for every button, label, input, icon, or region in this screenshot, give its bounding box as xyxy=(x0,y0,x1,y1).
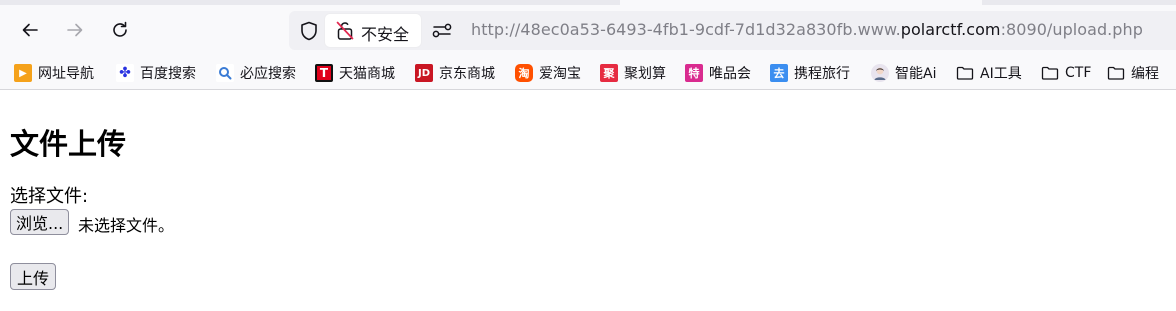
bookmark-label: 天猫商城 xyxy=(339,66,395,82)
insecure-lock-icon xyxy=(336,21,354,40)
browse-file-button[interactable]: 浏览... xyxy=(10,209,70,235)
juhuasuan-icon: 聚 xyxy=(600,64,618,82)
tracking-protection-shield-icon[interactable] xyxy=(298,20,320,42)
folder-icon xyxy=(956,64,974,82)
tmall-icon: T xyxy=(315,64,333,82)
bookmark-label: 聚划算 xyxy=(624,66,666,82)
bookmark-label: 网址导航 xyxy=(38,66,94,82)
vipshop-icon: 特 xyxy=(685,64,703,82)
bookmark-label: 唯品会 xyxy=(709,66,751,82)
baidu-paw-icon: ✤ xyxy=(116,64,134,82)
bookmark-folder-programming[interactable]: 编程 xyxy=(1107,62,1159,84)
reload-button[interactable] xyxy=(103,13,137,47)
page-title: 文件上传 xyxy=(10,127,127,161)
bookmark-label: 必应搜索 xyxy=(240,66,296,82)
bookmark-label: CTF xyxy=(1065,65,1092,81)
bookmark-label: 百度搜索 xyxy=(140,66,196,82)
bookmark-folder-ctf[interactable]: CTF xyxy=(1041,62,1091,84)
bookmark-ai[interactable]: 智能Ai xyxy=(871,62,936,84)
url-path: :8090/upload.php xyxy=(1000,20,1143,39)
bookmark-label: 京东商城 xyxy=(439,66,495,82)
url-scheme: http:// xyxy=(471,20,521,39)
address-bar[interactable]: 不安全 http://48ec0a53-6493-4fb1-9cdf-7d1d3… xyxy=(289,11,1176,50)
no-file-selected-text: 未选择文件。 xyxy=(78,216,175,235)
url-subdomain: 48ec0a53-6493-4fb1-9cdf-7d1d32a830fb.www… xyxy=(520,20,901,39)
not-secure-label: 不安全 xyxy=(361,25,410,44)
bookmark-label: 爱淘宝 xyxy=(539,66,581,82)
bookmark-label: 智能Ai xyxy=(895,66,937,82)
ctrip-icon: 去 xyxy=(770,64,788,82)
search-icon xyxy=(216,64,234,82)
folder-icon xyxy=(1041,64,1059,82)
taobao-icon: 淘 xyxy=(515,64,533,82)
forward-button[interactable] xyxy=(58,13,92,47)
bookmark-ctrip[interactable]: 去 携程旅行 xyxy=(770,62,850,84)
permissions-icon[interactable] xyxy=(431,21,453,41)
bookmark-label: AI工具 xyxy=(980,66,1022,82)
bookmark-label: 携程旅行 xyxy=(794,66,850,82)
upload-button[interactable]: 上传 xyxy=(10,263,57,290)
page-content: 文件上传 选择文件: 浏览... 未选择文件。 上传 xyxy=(0,91,1176,311)
arrow-right-icon xyxy=(67,23,83,37)
bookmark-juhuasuan[interactable]: 聚 聚划算 xyxy=(600,62,666,84)
bookmarks-toolbar: ▶ 网址导航 ✤ 百度搜索 必应搜索 T 天猫商城 JD 京东商城 淘 爱淘宝 … xyxy=(0,56,1176,90)
jd-icon: JD xyxy=(415,64,433,82)
arrow-left-icon xyxy=(22,23,38,37)
navigation-flag-icon: ▶ xyxy=(14,64,32,82)
bookmark-vipshop[interactable]: 特 唯品会 xyxy=(685,62,751,84)
bookmark-baidu[interactable]: ✤ 百度搜索 xyxy=(116,62,196,84)
bookmark-label: 编程 xyxy=(1131,66,1159,82)
bookmark-folder-ai-tools[interactable]: AI工具 xyxy=(956,62,1022,84)
bookmark-tmall[interactable]: T 天猫商城 xyxy=(315,62,395,84)
site-identity-button[interactable]: 不安全 xyxy=(325,14,421,47)
folder-icon xyxy=(1107,64,1125,82)
bookmark-taobao[interactable]: 淘 爱淘宝 xyxy=(515,62,581,84)
reload-icon xyxy=(113,21,127,37)
bookmark-jd[interactable]: JD 京东商城 xyxy=(415,62,495,84)
url-text[interactable]: http://48ec0a53-6493-4fb1-9cdf-7d1d32a83… xyxy=(471,20,1143,39)
navigation-toolbar: 不安全 http://48ec0a53-6493-4fb1-9cdf-7d1d3… xyxy=(0,5,1176,56)
bookmark-bing[interactable]: 必应搜索 xyxy=(216,62,296,84)
choose-file-label: 选择文件: xyxy=(10,186,89,207)
ai-avatar-icon xyxy=(871,64,889,82)
url-host: polarctf.com xyxy=(900,20,1001,39)
bookmark-navigation[interactable]: ▶ 网址导航 xyxy=(14,62,94,84)
back-button[interactable] xyxy=(13,13,47,47)
